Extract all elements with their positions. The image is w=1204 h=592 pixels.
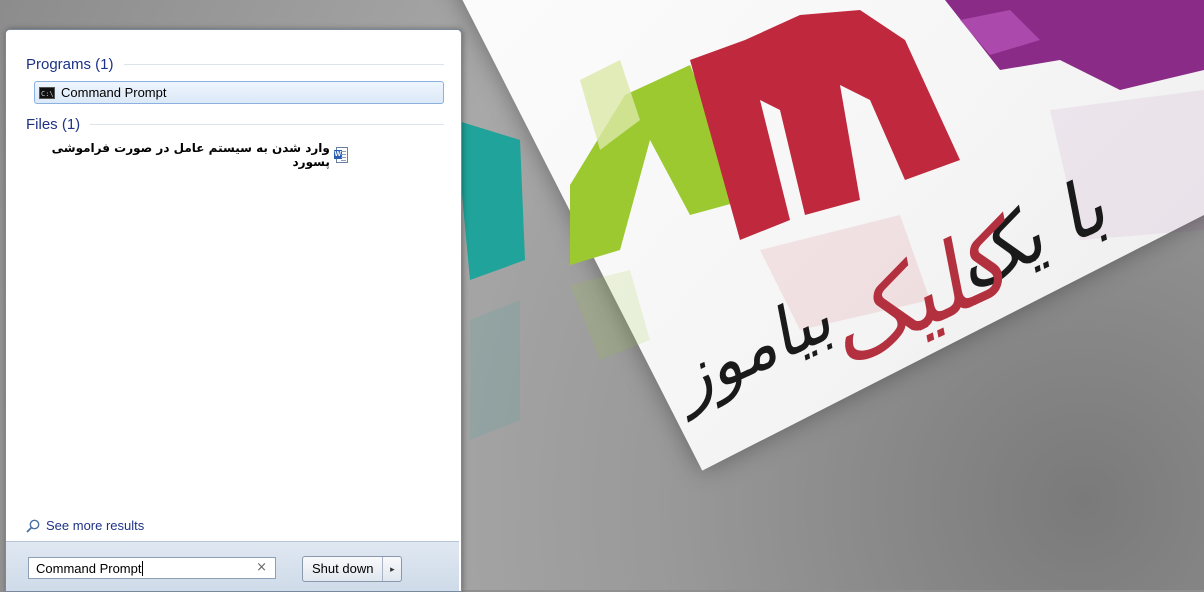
group-divider xyxy=(123,64,444,65)
programs-group-label: Programs (1) xyxy=(26,56,114,73)
shutdown-button-group: Shut down ▸ xyxy=(302,556,403,582)
group-divider xyxy=(90,124,444,125)
search-input[interactable]: Command Prompt × xyxy=(28,557,276,579)
see-more-label: See more results xyxy=(46,518,145,533)
files-group-label: Files (1) xyxy=(26,116,81,133)
shutdown-options-arrow-icon[interactable]: ▸ xyxy=(382,557,401,581)
result-label: Command Prompt xyxy=(61,85,167,100)
calligraphy-word-3: بیاموز xyxy=(661,278,844,421)
result-label: وارد شدن به سیستم عامل در صورت فراموشی پ… xyxy=(51,140,330,169)
see-more-results-link[interactable]: See more results xyxy=(26,518,144,533)
word-doc-icon: W xyxy=(333,146,348,163)
logo-letter-teal-reflection xyxy=(470,300,520,440)
logo-letter-green-reflection xyxy=(570,270,650,360)
result-file-document[interactable]: وارد شدن به سیستم عامل در صورت فراموشی پ… xyxy=(34,140,348,169)
files-group-header: Files (1) xyxy=(26,116,444,133)
text-caret xyxy=(142,560,144,576)
clear-search-icon[interactable]: × xyxy=(256,560,267,575)
wallpaper-calligraphy: با یک کلیک بیاموز xyxy=(650,120,1190,450)
result-command-prompt[interactable]: C:\ Command Prompt xyxy=(34,81,444,104)
cmd-icon: C:\ xyxy=(39,86,55,99)
logo-letter-teal xyxy=(455,120,525,280)
start-menu-bottom-bar: Command Prompt × Shut down ▸ xyxy=(6,541,459,591)
search-icon xyxy=(26,519,40,533)
shutdown-button[interactable]: Shut down xyxy=(303,557,382,581)
search-results-pane: Programs (1) C:\ Command Prompt Files (1… xyxy=(6,30,459,533)
search-input-value: Command Prompt xyxy=(36,560,142,576)
start-menu: Programs (1) C:\ Command Prompt Files (1… xyxy=(5,29,462,592)
programs-group-header: Programs (1) xyxy=(26,56,444,73)
